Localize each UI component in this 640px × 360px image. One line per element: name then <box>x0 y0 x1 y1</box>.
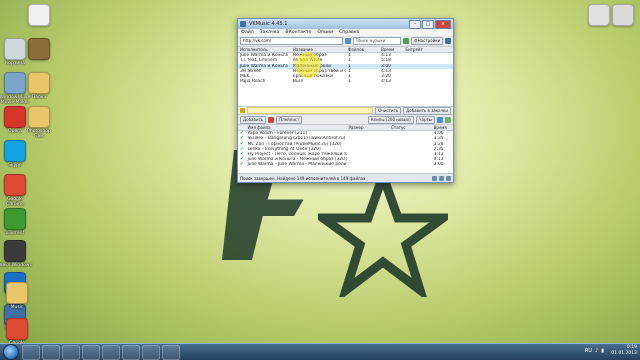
download-name: Julie Warma - Julie Warma - Маленькие ро… <box>247 162 347 168</box>
downloads-toolbar: Добавить Плейлист Клипы (200 новых) Чарт… <box>238 115 453 125</box>
shortcut-glyph-icon <box>4 174 26 196</box>
menu-options[interactable]: Опции <box>317 30 333 35</box>
status-text: Поиск завершен. Найдено 149 исполнителей… <box>240 175 366 181</box>
shortcut-glyph-icon <box>28 106 50 128</box>
desktop-left-icon-4[interactable]: Google Chrome <box>0 174 32 207</box>
results-actions: Очистить Добавить в закачки <box>238 106 453 115</box>
clock-date: 01.01.2013 <box>611 351 637 356</box>
close-button[interactable]: × <box>435 19 451 29</box>
result-artist: Papa Roach <box>240 79 266 85</box>
shortcut-glyph-icon <box>6 282 28 304</box>
taskbar-app-5[interactable] <box>122 344 140 360</box>
shortcut-label: Aleks Windows <box>0 263 32 268</box>
menu-vk[interactable]: ВКонтакте <box>285 30 311 35</box>
shortcut-label: Корзина <box>5 61 25 66</box>
shortcut-glyph-icon <box>612 4 634 26</box>
shortcut-glyph-icon <box>4 140 26 162</box>
desktop-left-icon-6[interactable]: Aleks Windows <box>0 240 32 268</box>
downloads-list: Имя файла Размер Статус Время ✔ Papa Roac… <box>238 125 453 180</box>
menu-help[interactable]: Справка <box>339 30 359 35</box>
taskbar-app-7[interactable] <box>162 344 180 360</box>
folder-icon[interactable] <box>437 116 443 123</box>
system-tray: RU ♪ ▮ <box>585 348 604 354</box>
app-icon <box>240 21 246 27</box>
start-button[interactable] <box>3 344 19 360</box>
vk-icon[interactable] <box>344 38 351 44</box>
status-bar: Поиск завершен. Найдено 149 исполнителей… <box>238 173 453 182</box>
shortcut-label: Папка <box>31 95 47 100</box>
volume-icon[interactable]: ♪ <box>595 348 598 354</box>
taskbar-app-4[interactable] <box>102 344 120 360</box>
network-icon[interactable]: ▮ <box>601 348 604 354</box>
shortcut-label: uTorrent <box>5 231 25 236</box>
info-icon[interactable] <box>445 38 452 44</box>
status-icons <box>432 175 451 181</box>
download-row[interactable]: ✔ Julie Warma - Julie Warma - Маленькие р… <box>238 162 453 167</box>
taskbar-app-2[interactable] <box>62 344 80 360</box>
menu-file[interactable]: Файл <box>241 30 254 35</box>
download-name: Skrillex - Bangarang (2011) [www.AntiHit… <box>247 136 346 142</box>
url-field[interactable]: http://vk.com/ <box>240 37 343 45</box>
menu-bar: Файл Закачка ВКонтакте Опции Справка <box>238 29 453 36</box>
lang-indicator[interactable]: RU <box>585 348 592 354</box>
charts-button[interactable]: Чарты <box>415 115 435 124</box>
shortcut-glyph-icon <box>28 4 50 26</box>
download-status <box>389 162 432 167</box>
result-row[interactable]: Papa Roach Burn 1 4:13 <box>238 79 453 84</box>
shortcut-glyph-icon <box>28 38 50 60</box>
vkmusic-window[interactable]: VKMusic 4.45.1 – □ × Файл Закачка ВКонта… <box>237 18 454 183</box>
desktop-left-icon-3[interactable]: Skype <box>0 140 32 168</box>
desktop-left2-icon-2[interactable]: Папка <box>22 72 56 100</box>
maximize-button[interactable]: □ <box>422 19 434 29</box>
desktop-left-icon-5[interactable]: uTorrent <box>0 208 32 236</box>
search-input[interactable]: Поиск музыки <box>352 37 402 45</box>
shortcut-glyph-icon <box>4 240 26 262</box>
refresh-icon[interactable] <box>445 116 451 123</box>
search-row: http://vk.com/ Поиск музыки ⚙Настройки <box>238 36 453 47</box>
settings-button[interactable]: ⚙Настройки <box>411 37 444 45</box>
settings-label: Настройки <box>417 38 441 43</box>
clips-button[interactable]: Клипы (200 новых) <box>367 115 414 124</box>
shortcut-label: Google Chrome <box>6 197 24 207</box>
desktop-left2-icon-3[interactable]: Photoshop Files <box>22 106 56 139</box>
desktop-right-icon-1[interactable] <box>606 4 640 27</box>
desktop-bottom-icon-0[interactable]: Music <box>0 282 34 310</box>
clock[interactable]: 0:19 01.01.2013 <box>611 345 637 357</box>
player-bar <box>247 107 374 114</box>
taskbar-app-1[interactable] <box>42 344 60 360</box>
add-to-downloads-button[interactable]: Добавить в закачки <box>403 106 451 115</box>
play-icon[interactable] <box>240 108 245 113</box>
result-time: 4:13 <box>381 79 391 85</box>
add-button[interactable]: Добавить <box>240 115 267 124</box>
download-time: 3:00 <box>433 162 444 168</box>
taskbar-app-0[interactable] <box>22 344 40 360</box>
shortcut-glyph-icon <box>6 318 28 340</box>
shortcut-glyph-icon <box>28 72 50 94</box>
download-size <box>347 162 390 167</box>
shortcut-glyph-icon <box>4 208 26 230</box>
search-results: Исполнитель Название Файлов Время Битрей… <box>238 47 453 107</box>
taskbar-apps <box>22 344 182 360</box>
result-bitrate <box>403 79 453 84</box>
minimize-button[interactable]: – <box>409 19 421 29</box>
menu-download[interactable]: Закачка <box>260 30 280 35</box>
search-go-icon[interactable] <box>403 38 410 44</box>
desktop-left2-icon-0[interactable] <box>22 4 56 27</box>
taskbar: RU ♪ ▮ 0:19 01.01.2013 <box>0 343 640 360</box>
result-title: Burn <box>292 79 304 85</box>
window-titlebar[interactable]: VKMusic 4.45.1 – □ × <box>238 19 453 29</box>
playlist-button[interactable]: Плейлист <box>276 115 303 124</box>
shortcut-label: Skype <box>8 163 22 168</box>
clear-button[interactable]: Очистить <box>375 106 402 115</box>
shortcut-label: Music <box>10 305 24 310</box>
check-icon: ✔ <box>240 162 244 168</box>
window-title: VKMusic 4.45.1 <box>249 21 288 27</box>
taskbar-app-6[interactable] <box>142 344 160 360</box>
shortcut-label: Photoshop Files <box>27 129 51 139</box>
result-files: 1 <box>348 79 351 85</box>
desktop-left2-icon-1[interactable] <box>22 38 56 61</box>
taskbar-app-3[interactable] <box>82 344 100 360</box>
wallpaper-star <box>318 172 448 297</box>
delete-icon[interactable] <box>268 116 275 123</box>
